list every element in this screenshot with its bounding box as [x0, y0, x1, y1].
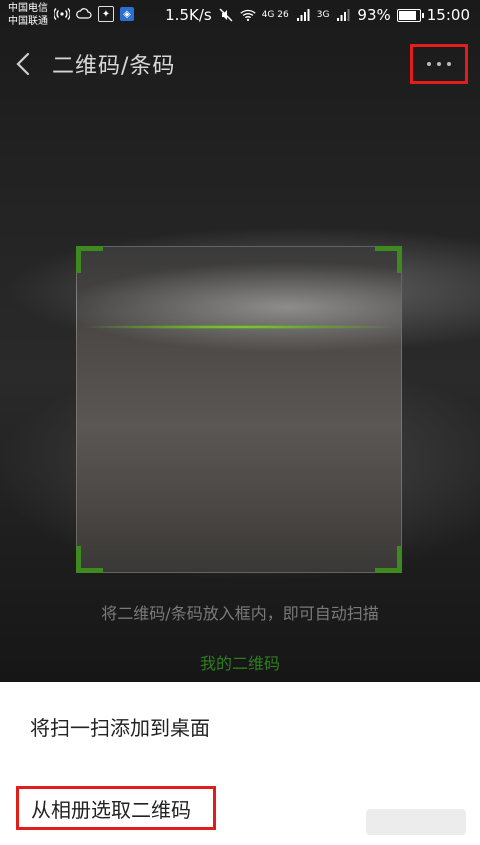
battery-fill [398, 10, 416, 20]
scan-line [85, 325, 393, 329]
page-title: 二维码/条码 [52, 54, 176, 79]
frame-corner-bottom-left [76, 546, 103, 573]
frame-corner-top-right [375, 246, 402, 273]
status-right: 1.5K/s 4G 26 3G 93% 15:00 [165, 6, 470, 24]
scan-hint: 将二维码/条码放入框内，即可自动扫描 [101, 604, 379, 623]
net-speed: 1.5K/s [165, 6, 212, 24]
battery-icon [396, 8, 424, 22]
clock: 15:00 [426, 6, 470, 24]
more-options-button[interactable] [410, 44, 468, 84]
signal-2-label: 3G [316, 9, 330, 20]
mute-icon [218, 7, 234, 23]
app-notification-icon: ✦ [98, 6, 114, 22]
hotspot-icon [54, 6, 70, 22]
scan-frame [76, 246, 402, 573]
more-dot [427, 62, 431, 66]
scan-screen: 中国电信 中国联通 ✦ ◈ 1.5K/s 4G 26 3G 93% 15:00 … [0, 0, 480, 845]
frame-corner-top-left [76, 246, 103, 273]
notification-icons: ✦ ◈ [54, 6, 134, 22]
menu-item-choose-from-album-label: 从相册选取二维码 [31, 797, 191, 822]
options-menu: 将扫一扫添加到桌面 从相册选取二维码 [0, 682, 480, 845]
cloud-icon [76, 6, 92, 22]
menu-item-add-to-desktop[interactable]: 将扫一扫添加到桌面 [0, 712, 480, 741]
more-dot [437, 62, 441, 66]
back-icon[interactable] [12, 50, 36, 78]
carrier-1: 中国电信 [8, 3, 48, 14]
wifi-icon [240, 7, 256, 23]
more-dot [447, 62, 451, 66]
title-bar: 二维码/条码 [0, 36, 480, 92]
carrier-info: 中国电信 中国联通 [8, 2, 48, 28]
signal-1-label: 4G 26 [261, 9, 289, 20]
menu-item-choose-from-album[interactable]: 从相册选取二维码 [16, 786, 216, 830]
signal-icon-2 [335, 7, 351, 23]
app-notification-icon-blue: ◈ [120, 7, 134, 21]
frame-corner-bottom-right [375, 546, 402, 573]
my-qr-code-link[interactable]: 我的二维码 [0, 650, 480, 674]
watermark [366, 809, 466, 835]
battery-percent: 93% [357, 6, 391, 24]
status-bar: 中国电信 中国联通 ✦ ◈ 1.5K/s 4G 26 3G 93% 15:00 [0, 0, 480, 30]
carrier-2: 中国联通 [8, 16, 48, 27]
signal-icon [295, 7, 311, 23]
